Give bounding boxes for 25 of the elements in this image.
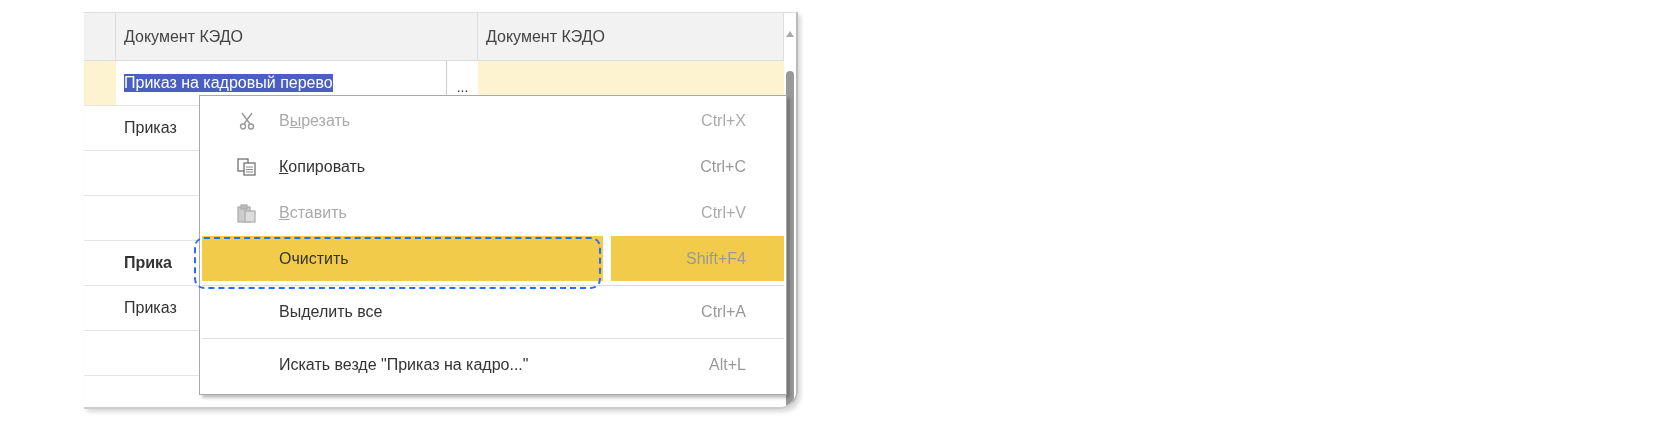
menu-item[interactable]: Искать везде "Приказ на кадро..." Alt+L (202, 342, 784, 388)
column-header[interactable]: Документ КЭДО (478, 13, 784, 61)
shortcut-label: Ctrl+C (700, 158, 746, 176)
menu-item-label: Копировать (279, 158, 366, 176)
shortcut-label: Ctrl+A (701, 302, 746, 321)
menu-item-label: Искать везде "Приказ на кадро..." (279, 356, 529, 374)
menu-item-label: Очистить (279, 249, 349, 268)
scroll-up-icon[interactable] (786, 31, 794, 37)
table-cell: Приказ (124, 299, 177, 317)
copy-icon (237, 158, 257, 176)
clipboard-icon (237, 203, 257, 223)
shortcut-label: Ctrl+V (701, 204, 746, 222)
table-cell: Приказ на кадровый перево (124, 74, 333, 92)
menu-item-label: Выделить все (279, 302, 383, 321)
menu-item[interactable]: Копировать Ctrl+C (202, 144, 784, 190)
menu-item[interactable]: Выделить все Ctrl+A (202, 289, 784, 339)
shortcut-label: Ctrl+X (701, 112, 746, 130)
column-header[interactable]: Документ КЭДО (116, 13, 478, 61)
menu-item-label: Вырезать (279, 112, 351, 130)
shortcut-label: Shift+F4 (685, 249, 746, 268)
table-cell: Приказ (124, 119, 177, 137)
scissors-icon (239, 112, 255, 130)
menu-item-label: Вставить (279, 204, 347, 222)
table-cell: Прика (124, 254, 172, 272)
shortcut-label: Alt+L (709, 356, 746, 374)
